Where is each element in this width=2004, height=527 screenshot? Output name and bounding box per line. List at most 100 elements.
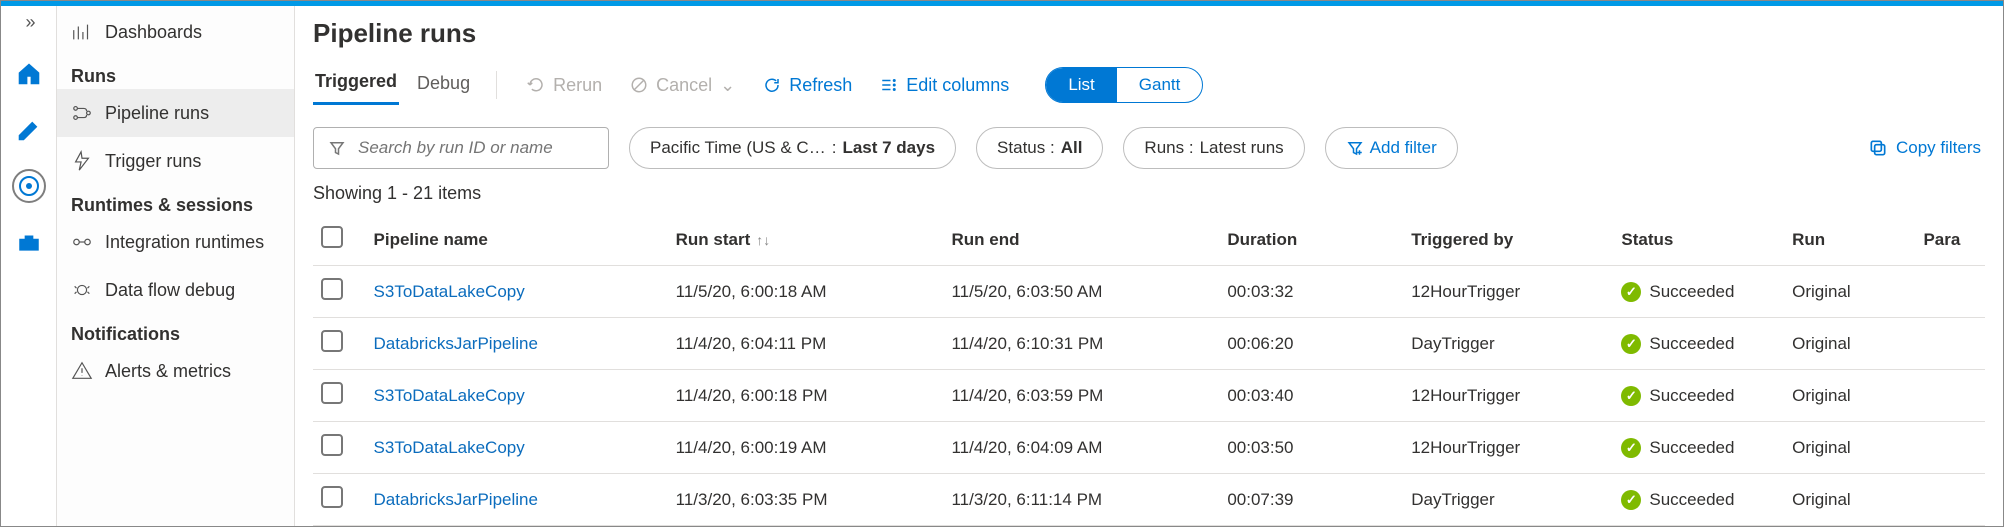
cell-duration: 00:06:20 (1219, 318, 1403, 370)
success-icon: ✓ (1621, 334, 1641, 354)
select-all-checkbox[interactable] (321, 226, 343, 248)
cell-end: 11/4/20, 6:04:09 AM (943, 422, 1219, 474)
copy-filters-label: Copy filters (1896, 138, 1981, 158)
cell-duration: 00:07:39 (1219, 474, 1403, 526)
author-icon[interactable] (12, 113, 46, 147)
col-pipeline[interactable]: Pipeline name (366, 214, 668, 266)
filter-tz-value: Last 7 days (842, 138, 935, 158)
filter-runs[interactable]: Runs : Latest runs (1123, 127, 1304, 169)
sidebar-item-pipeline-runs[interactable]: Pipeline runs (57, 89, 294, 137)
cell-status: ✓Succeeded (1621, 438, 1776, 458)
manage-icon[interactable] (12, 225, 46, 259)
view-gantt-option[interactable]: Gantt (1117, 68, 1203, 102)
command-bar: Triggered Debug Rerun Cancel ⌄ Refresh E… (313, 65, 1985, 105)
success-icon: ✓ (1621, 438, 1641, 458)
sidebar-item-integration-runtimes[interactable]: Integration runtimes (57, 218, 294, 266)
search-field[interactable] (356, 137, 594, 159)
sidebar-item-alerts[interactable]: Alerts & metrics (57, 347, 294, 395)
expand-rail-button[interactable]: » (25, 12, 31, 33)
col-triggered-by[interactable]: Triggered by (1403, 214, 1613, 266)
col-duration[interactable]: Duration (1219, 214, 1403, 266)
row-checkbox[interactable] (321, 330, 343, 352)
col-end[interactable]: Run end (943, 214, 1219, 266)
cell-start: 11/3/20, 6:03:35 PM (668, 474, 944, 526)
cell-triggered-by: DayTrigger (1403, 318, 1613, 370)
sidebar-item-label: Dashboards (105, 22, 202, 43)
pipeline-link[interactable]: DatabricksJarPipeline (374, 334, 538, 353)
cell-start: 11/5/20, 6:00:18 AM (668, 266, 944, 318)
cell-start: 11/4/20, 6:00:19 AM (668, 422, 944, 474)
cell-para (1915, 370, 1985, 422)
copy-filters-button[interactable]: Copy filters (1868, 138, 1985, 158)
col-start[interactable]: Run start↑↓ (668, 214, 944, 266)
cell-para (1915, 318, 1985, 370)
results-summary: Showing 1 - 21 items (313, 183, 1985, 204)
sidebar-item-label: Integration runtimes (105, 232, 264, 253)
home-icon[interactable] (12, 57, 46, 91)
edit-columns-button[interactable]: Edit columns (874, 71, 1015, 100)
table-row: S3ToDataLakeCopy 11/5/20, 6:00:18 AM11/5/… (313, 266, 1985, 318)
row-checkbox[interactable] (321, 382, 343, 404)
row-checkbox[interactable] (321, 486, 343, 508)
filter-status[interactable]: Status : All (976, 127, 1103, 169)
table-row: DatabricksJarPipeline 11/3/20, 6:03:35 PM… (313, 474, 1985, 526)
tab-debug[interactable]: Debug (415, 67, 472, 104)
sidebar-item-label: Data flow debug (105, 280, 235, 301)
filter-bar: Pacific Time (US & C… : Last 7 days Stat… (313, 127, 1985, 169)
cell-triggered-by: 12HourTrigger (1403, 422, 1613, 474)
sidebar-item-dashboards[interactable]: Dashboards (57, 8, 294, 56)
success-icon: ✓ (1621, 282, 1641, 302)
cell-para (1915, 474, 1985, 526)
filter-runs-value: Latest runs (1200, 138, 1284, 158)
monitor-icon[interactable] (12, 169, 46, 203)
cancel-button[interactable]: Cancel ⌄ (624, 71, 741, 100)
filter-runs-label: Runs : (1144, 138, 1193, 158)
cell-triggered-by: 12HourTrigger (1403, 370, 1613, 422)
row-checkbox[interactable] (321, 278, 343, 300)
rerun-button[interactable]: Rerun (521, 71, 608, 100)
cell-triggered-by: DayTrigger (1403, 474, 1613, 526)
sidebar-section-notifications: Notifications (57, 314, 294, 347)
view-list-option[interactable]: List (1046, 68, 1116, 102)
cell-run: Original (1784, 474, 1915, 526)
table-row: DatabricksJarPipeline11/4/20, 6:04:11 PM… (313, 318, 1985, 370)
pipeline-link[interactable]: S3ToDataLakeCopy (374, 386, 525, 405)
cell-end: 11/5/20, 6:03:50 AM (943, 266, 1219, 318)
sidebar: Dashboards Runs Pipeline runs Trigger ru… (57, 6, 295, 526)
col-parameters[interactable]: Para (1915, 214, 1985, 266)
edit-columns-label: Edit columns (906, 75, 1009, 96)
filter-timezone[interactable]: Pacific Time (US & C… : Last 7 days (629, 127, 956, 169)
cancel-label: Cancel (656, 75, 712, 96)
sidebar-section-runs: Runs (57, 56, 294, 89)
tab-triggered[interactable]: Triggered (313, 65, 399, 105)
refresh-label: Refresh (789, 75, 852, 96)
pipeline-link[interactable]: S3ToDataLakeCopy (374, 282, 525, 301)
search-input[interactable] (313, 127, 609, 169)
add-filter-label: Add filter (1370, 138, 1437, 158)
sidebar-item-label: Alerts & metrics (105, 361, 231, 382)
integration-runtimes-icon (71, 231, 93, 253)
filter-status-label: Status : (997, 138, 1055, 158)
page-title: Pipeline runs (313, 18, 1985, 49)
trigger-runs-icon (71, 150, 93, 172)
sidebar-item-trigger-runs[interactable]: Trigger runs (57, 137, 294, 185)
filter-tz-label: Pacific Time (US & C… (650, 138, 826, 158)
refresh-button[interactable]: Refresh (757, 71, 858, 100)
col-run[interactable]: Run (1784, 214, 1915, 266)
cell-start: 11/4/20, 6:00:18 PM (668, 370, 944, 422)
dashboards-icon (71, 21, 93, 43)
cell-duration: 00:03:32 (1219, 266, 1403, 318)
table-row: S3ToDataLakeCopy 11/4/20, 6:00:18 PM11/4/… (313, 370, 1985, 422)
cell-end: 11/4/20, 6:03:59 PM (943, 370, 1219, 422)
add-filter-button[interactable]: Add filter (1325, 127, 1458, 169)
pipeline-link[interactable]: DatabricksJarPipeline (374, 490, 538, 509)
col-status[interactable]: Status (1613, 214, 1784, 266)
pipeline-runs-table: Pipeline name Run start↑↓ Run end Durati… (313, 214, 1985, 526)
success-icon: ✓ (1621, 386, 1641, 406)
cell-run: Original (1784, 422, 1915, 474)
data-flow-debug-icon (71, 279, 93, 301)
row-checkbox[interactable] (321, 434, 343, 456)
pipeline-link[interactable]: S3ToDataLakeCopy (374, 438, 525, 457)
chevron-down-icon: ⌄ (720, 75, 735, 96)
sidebar-item-data-flow-debug[interactable]: Data flow debug (57, 266, 294, 314)
